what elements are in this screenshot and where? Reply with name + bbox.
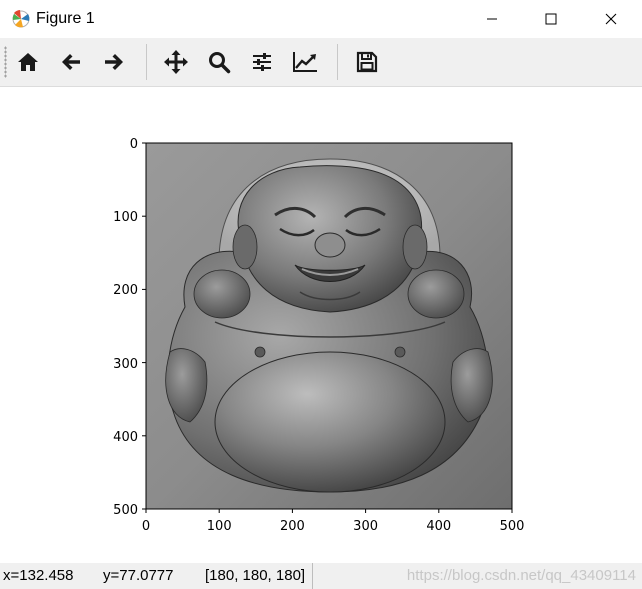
sliders-icon	[253, 53, 271, 71]
zoom-button[interactable]	[201, 44, 237, 80]
arrow-right-icon	[105, 54, 123, 70]
edit-axes-button[interactable]	[287, 44, 323, 80]
status-bar: x=132.458 y=77.0777 [180, 180, 180] http…	[0, 563, 642, 589]
magnifier-icon	[209, 52, 231, 74]
y-tick-label: 300	[113, 357, 138, 372]
minimize-icon	[487, 18, 497, 20]
x-tick-label: 200	[280, 519, 305, 534]
close-button[interactable]	[588, 0, 634, 38]
minimize-button[interactable]	[469, 0, 515, 38]
title-bar: Figure 1	[0, 0, 642, 38]
toolbar-separator	[337, 44, 338, 80]
axes-svg: 0 100 200 300 400 500 0 100 200 300 400 …	[113, 137, 525, 534]
floppy-disk-icon	[356, 51, 378, 73]
watermark-text: https://blog.csdn.net/qq_43409114	[406, 567, 636, 584]
x-tick-label: 0	[142, 519, 150, 534]
line-chart-icon	[293, 52, 317, 72]
x-tick-label: 400	[426, 519, 451, 534]
y-axis: 0 100 200 300 400 500	[113, 137, 146, 518]
arrow-left-icon	[62, 54, 80, 70]
navigation-toolbar	[0, 38, 642, 87]
forward-button[interactable]	[96, 44, 132, 80]
pixel-value-readout: [180, 180, 180]	[205, 567, 306, 584]
y-tick-label: 0	[130, 137, 138, 152]
configure-subplots-button[interactable]	[244, 44, 280, 80]
back-button[interactable]	[53, 44, 89, 80]
x-tick-label: 500	[500, 519, 525, 534]
y-tick-label: 400	[113, 430, 138, 445]
move-icon	[164, 50, 188, 74]
cursor-x-readout: x=132.458	[3, 567, 74, 584]
matplotlib-logo-icon	[12, 10, 30, 28]
maximize-icon	[545, 13, 557, 25]
home-icon	[18, 53, 38, 71]
pan-button[interactable]	[158, 44, 194, 80]
figure-canvas[interactable]: 0 100 200 300 400 500 0 100 200 300 400 …	[0, 87, 642, 563]
save-button[interactable]	[349, 44, 385, 80]
status-divider	[312, 563, 313, 589]
cursor-y-readout: y=77.0777	[103, 567, 174, 584]
image-area	[146, 143, 512, 509]
x-axis: 0 100 200 300 400 500	[142, 509, 525, 534]
y-tick-label: 200	[113, 283, 138, 298]
y-tick-label: 500	[113, 503, 138, 518]
x-tick-label: 300	[353, 519, 378, 534]
toolbar-grip[interactable]	[4, 46, 7, 78]
y-tick-label: 100	[113, 210, 138, 225]
close-icon	[605, 13, 617, 25]
home-button[interactable]	[10, 44, 46, 80]
maximize-button[interactable]	[528, 0, 574, 38]
window-title: Figure 1	[36, 10, 95, 27]
toolbar-separator	[146, 44, 147, 80]
x-tick-label: 100	[207, 519, 232, 534]
